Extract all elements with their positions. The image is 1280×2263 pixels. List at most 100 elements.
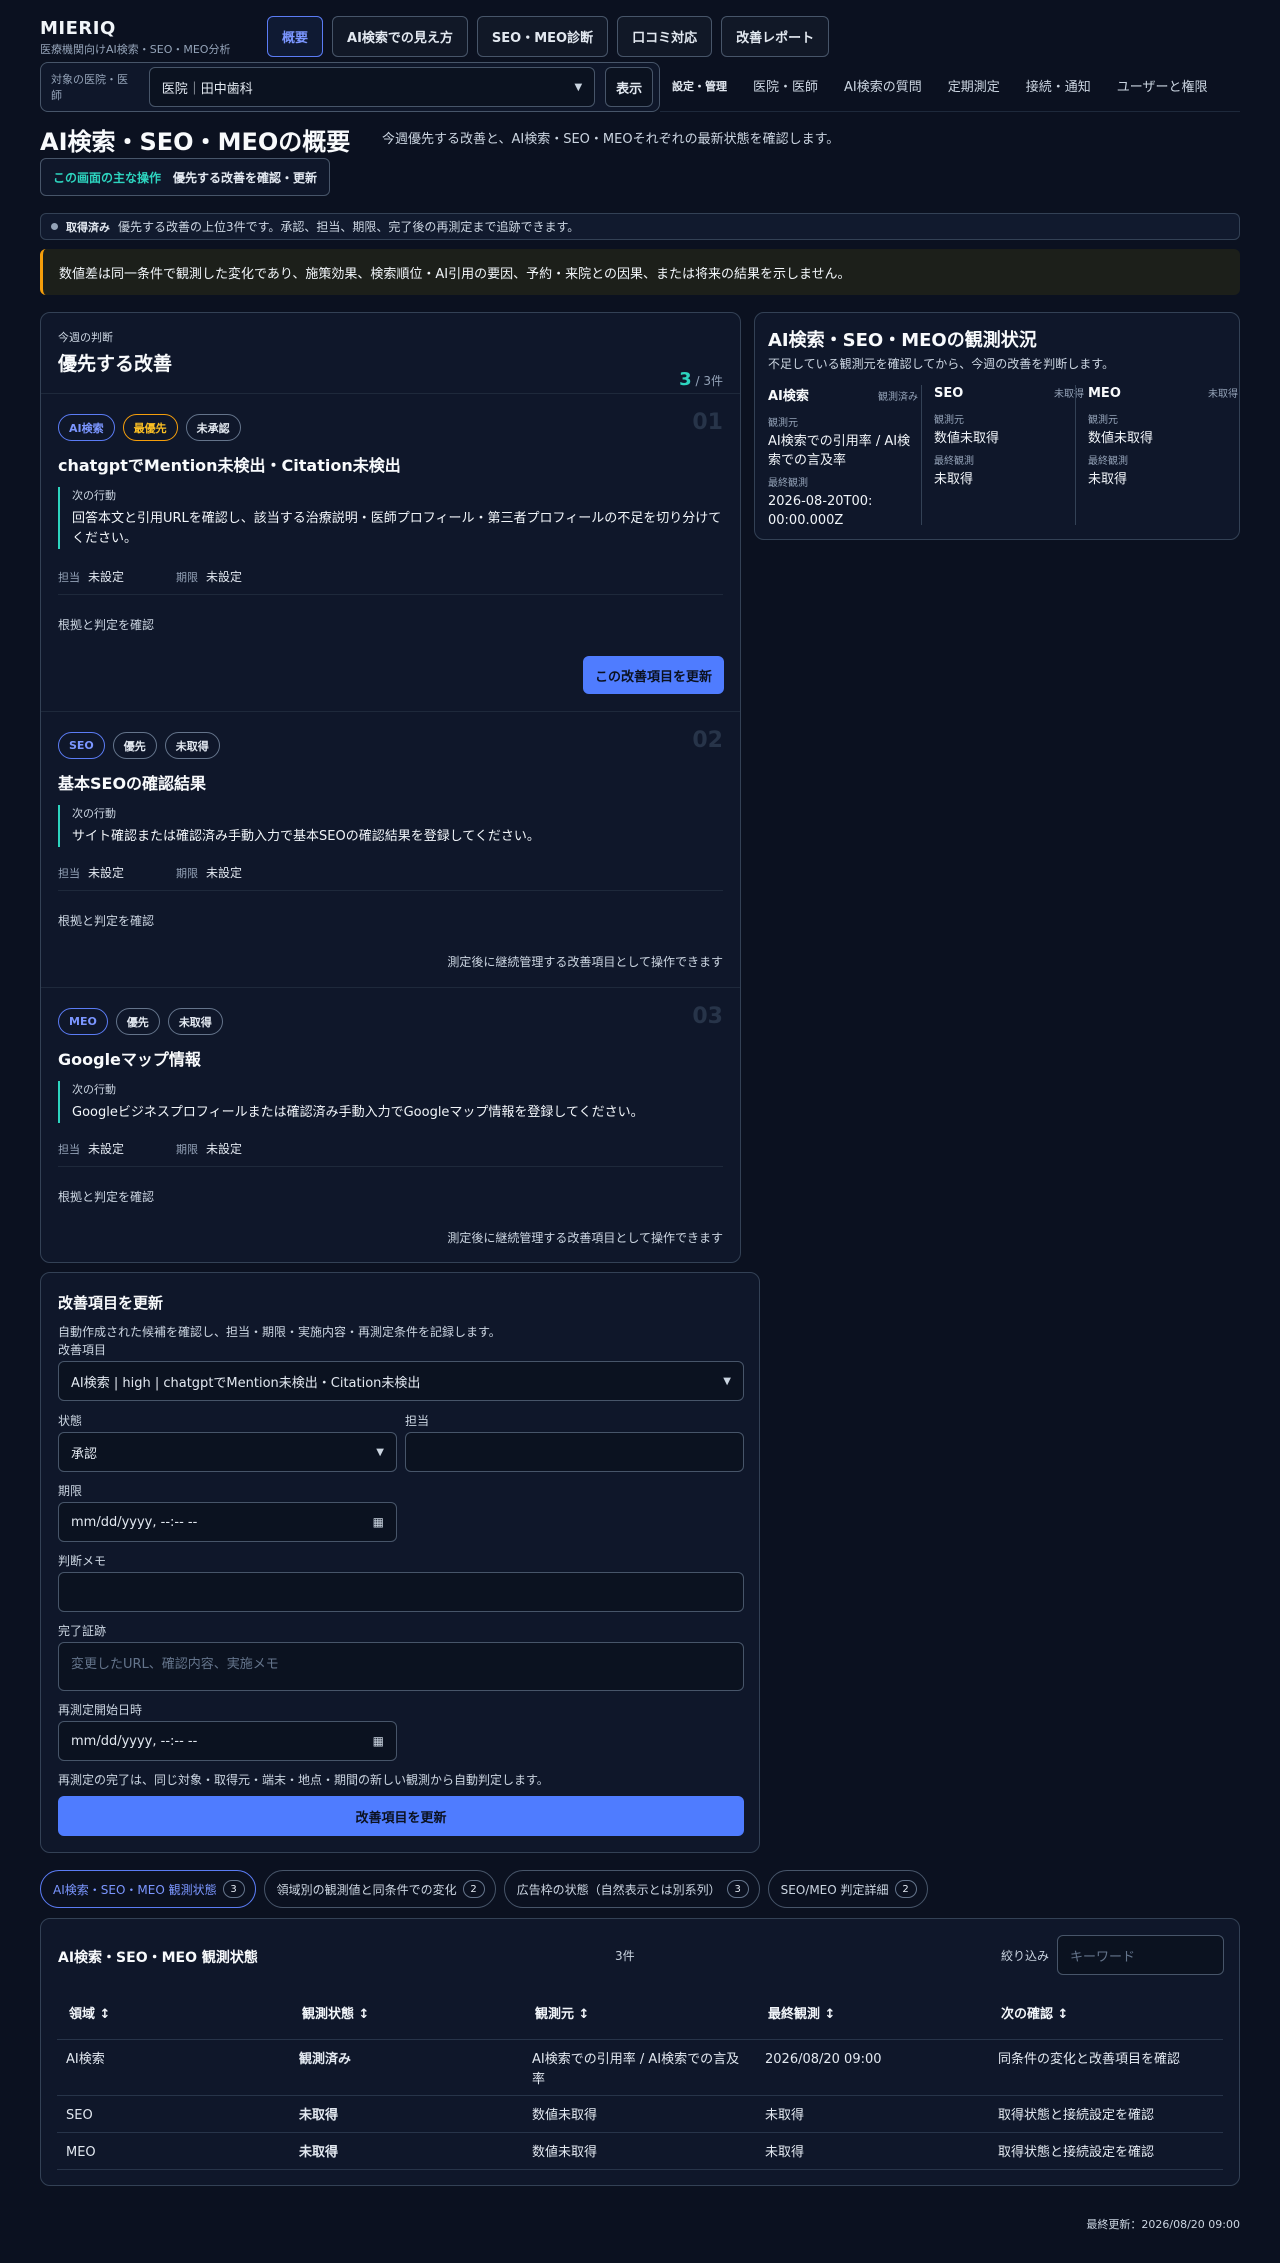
cell-domain: MEO [66, 2145, 96, 2160]
tab-observation-status[interactable]: AI検索・SEO・MEO 観測状態 3 [40, 1870, 256, 1908]
owner-value: 未設定 [88, 1142, 125, 1156]
column-header-last[interactable]: 最終観測 ↕ [768, 2003, 835, 2022]
remeasure-datetime-input[interactable]: mm/dd/yyyy, --:-- -- ▦ [58, 1721, 397, 1761]
cell-state: 未取得 [299, 2145, 339, 2160]
tab-count: 2 [462, 1880, 485, 1898]
card-note: 測定後に継続管理する改善項目として操作できます [447, 1231, 723, 1245]
settings-connections[interactable]: 接続・通知 [1026, 76, 1091, 95]
table-row: AI検索 観測済み AI検索での引用率 / AI検索での言及率 2026/08/… [57, 2039, 1223, 2095]
tab-seo-meo-details[interactable]: SEO/MEO 判定詳細 2 [767, 1870, 928, 1908]
clinic-selector: 対象の医院・医師 医院｜田中歯科 ▼ 表示 [40, 62, 660, 112]
tab-label: AI検索・SEO・MEO 観測状態 [53, 1882, 217, 1897]
filter-label: 絞り込み [1001, 1949, 1050, 1963]
form-note: 再測定の完了は、同じ対象・取得元・端末・地点・期間の新しい観測から自動判定します… [58, 1773, 549, 1787]
tag-domain: SEO [58, 732, 105, 759]
column-header-state[interactable]: 観測状態 ↕ [302, 2003, 369, 2022]
status-select[interactable]: 承認 ▼ [58, 1432, 397, 1472]
tab-ad-status[interactable]: 広告枠の状態（自然表示とは別系列） 3 [503, 1870, 760, 1908]
clinic-select-value: 医院｜田中歯科 [161, 81, 253, 97]
status-select-value: 承認 [71, 1446, 98, 1462]
settings-users[interactable]: ユーザーと権限 [1117, 76, 1208, 95]
submit-update-button[interactable]: 改善項目を更新 [58, 1796, 744, 1836]
column-header-source[interactable]: 観測元 ↕ [535, 2003, 589, 2022]
status-text: 優先する改善の上位3件です。承認、担当、期限、完了後の再測定まで追跡できます。 [118, 220, 580, 234]
next-action: 次の行動 Googleビジネスプロフィールまたは確認済み手動入力でGoogleマ… [58, 1081, 723, 1123]
obs-domain: SEO [934, 386, 964, 401]
item-select[interactable]: AI検索 | high | chatgptでMention未検出・Citatio… [58, 1361, 744, 1401]
main-operation: この画面の主な操作 優先する改善を確認・更新 [40, 158, 331, 196]
owner-value: 未設定 [88, 570, 125, 584]
obs-src: 数値未取得 [934, 431, 1000, 446]
remeasure-datetime-placeholder: mm/dd/yyyy, --:-- -- [71, 1733, 198, 1749]
cell-source: 数値未取得 [532, 2108, 598, 2123]
observation-table-panel: AI検索・SEO・MEO 観測状態 3件 絞り込み キーワード 領域 ↕ 観測状… [40, 1918, 1240, 2186]
nav-report[interactable]: 改善レポート [721, 16, 830, 57]
tab-domain-values[interactable]: 領域別の観測値と同条件での変化 2 [263, 1870, 496, 1908]
evidence-link[interactable]: 根拠と判定を確認 [58, 616, 154, 633]
show-button[interactable]: 表示 [605, 67, 653, 107]
tab-label: 広告枠の状態（自然表示とは別系列） [516, 1882, 721, 1897]
detail-tabs: AI検索・SEO・MEO 観測状態 3 領域別の観測値と同条件での変化 2 広告… [40, 1870, 928, 1908]
evidence-link[interactable]: 根拠と判定を確認 [58, 1188, 154, 1205]
due-value: 未設定 [206, 1142, 243, 1156]
obs-domain: MEO [1088, 386, 1121, 401]
due-label: 期限 [176, 1143, 199, 1156]
nav-seo-meo[interactable]: SEO・MEO診断 [476, 16, 609, 57]
settings-heading: 設定・管理 [672, 79, 727, 93]
obs-last: 未取得 [1088, 472, 1128, 487]
item-select-value: AI検索 | high | chatgptでMention未検出・Citatio… [71, 1375, 421, 1391]
nav-ai-search[interactable]: AI検索での見え方 [332, 16, 468, 57]
priority-card: MEO 優先 未取得 03 Googleマップ情報 次の行動 Googleビジネ… [41, 987, 740, 1261]
obs-state: 観測済み [878, 392, 918, 403]
evidence-textarea[interactable]: 変更したURL、確認内容、実施メモ [58, 1642, 744, 1691]
page-title: AI検索・SEO・MEOの概要 [40, 128, 351, 156]
due-datetime-input[interactable]: mm/dd/yyyy, --:-- -- ▦ [58, 1502, 397, 1542]
column-header-next[interactable]: 次の確認 ↕ [1001, 2003, 1068, 2022]
cell-source: AI検索での引用率 / AI検索での言及率 [532, 2052, 740, 2087]
calendar-icon[interactable]: ▦ [373, 1515, 384, 1529]
card-meta: 担当 未設定 期限 未設定 [58, 568, 286, 585]
priority-count-value: 3 [679, 369, 692, 390]
table-row: SEO 未取得 数値未取得 未取得 取得状態と接続設定を確認 [57, 2095, 1223, 2132]
observation-description: 不足している観測元を確認してから、今週の改善を判断します。 [768, 357, 1115, 371]
update-item-button[interactable]: この改善項目を更新 [582, 656, 724, 694]
priority-count-total: / 3件 [695, 374, 724, 388]
settings-schedule[interactable]: 定期測定 [948, 76, 1000, 95]
owner-input[interactable] [405, 1432, 744, 1472]
next-action-text: Googleビジネスプロフィールまたは確認済み手動入力でGoogleマップ情報を… [72, 1105, 644, 1120]
clinic-select[interactable]: 医院｜田中歯科 ▼ [148, 67, 596, 107]
next-action-label: 次の行動 [72, 489, 116, 502]
keyword-input[interactable]: キーワード [1057, 1935, 1224, 1975]
next-action-text: サイト確認または確認済み手動入力で基本SEOの確認結果を登録してください。 [72, 829, 540, 844]
card-meta: 担当 未設定 期限 未設定 [58, 1140, 286, 1157]
memo-input[interactable] [58, 1572, 744, 1612]
obs-state: 未取得 [1208, 389, 1238, 400]
nav-reviews[interactable]: 口コミ対応 [617, 16, 713, 57]
cell-state: 観測済み [299, 2052, 352, 2067]
owner-label: 担当 [58, 867, 80, 880]
tag-priority: 優先 [115, 1008, 160, 1035]
table-count: 3件 [615, 1949, 635, 1963]
divider [1075, 385, 1076, 525]
update-form: 改善項目を更新 自動作成された候補を確認し、担当・期限・実施内容・再測定条件を記… [40, 1272, 760, 1853]
page-description: 今週優先する改善と、AI検索・SEO・MEOそれぞれの最新状態を確認します。 [382, 132, 840, 147]
obs-last: 2026-08-20T00:00:00.000Z [768, 494, 873, 528]
settings-clinics[interactable]: 医院・医師 [753, 76, 818, 95]
cell-next: 取得状態と接続設定を確認 [998, 2145, 1155, 2160]
column-header-domain[interactable]: 領域 ↕ [69, 2003, 110, 2022]
brand-name: MIERIQ [40, 18, 116, 39]
obs-src-label: 観測元 [1088, 415, 1118, 426]
divider [58, 1166, 723, 1167]
obs-last: 未取得 [934, 472, 974, 487]
settings-ai-questions[interactable]: AI検索の質問 [844, 76, 922, 95]
card-number: 02 [692, 728, 723, 753]
brand: MIERIQ 医療機関向けAI検索・SEO・MEO分析 [40, 18, 230, 57]
evidence-link[interactable]: 根拠と判定を確認 [58, 912, 154, 929]
tag-domain: MEO [58, 1008, 108, 1035]
settings-nav: 設定・管理 医院・医師 AI検索の質問 定期測定 接続・通知 ユーザーと権限 [672, 76, 1208, 96]
due-label: 期限 [176, 867, 199, 880]
card-meta: 担当 未設定 期限 未設定 [58, 864, 286, 881]
calendar-icon[interactable]: ▦ [373, 1734, 384, 1748]
remeasure-field-label: 再測定開始日時 [58, 1703, 143, 1717]
nav-overview[interactable]: 概要 [267, 16, 324, 57]
